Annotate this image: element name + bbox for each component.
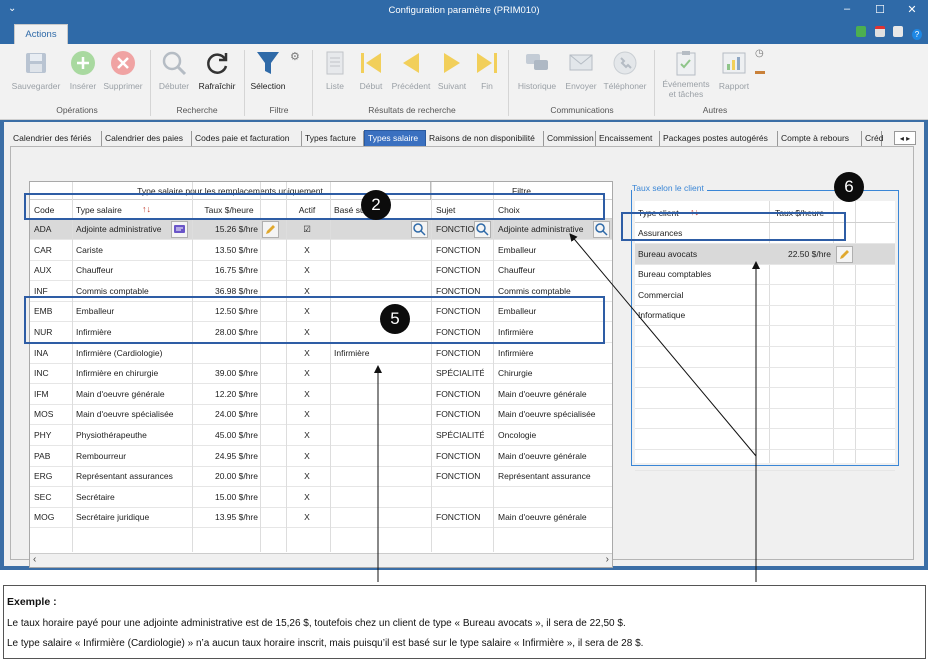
note-line-2: Le type salaire « Infirmière (Cardiologi… — [7, 638, 644, 649]
callout-arrows — [374, 233, 760, 582]
note-line-1: Le taux horaire payé pour une adjointe a… — [7, 618, 626, 629]
note-title: Exemple : — [7, 596, 57, 608]
example-note: Exemple : Le taux horaire payé pour une … — [3, 585, 926, 659]
